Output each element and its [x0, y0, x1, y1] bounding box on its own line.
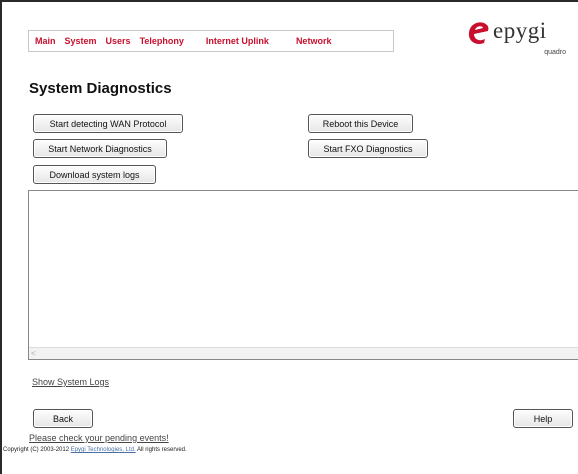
- nav-main[interactable]: Main: [35, 36, 56, 46]
- pending-events-link[interactable]: Please check your pending events!: [29, 433, 169, 443]
- log-output-area[interactable]: <: [28, 190, 578, 360]
- logo-mark-icon: [468, 22, 489, 44]
- download-system-logs-button[interactable]: Download system logs: [33, 165, 156, 184]
- start-wan-detection-button[interactable]: Start detecting WAN Protocol: [33, 114, 183, 133]
- nav-users[interactable]: Users: [106, 36, 131, 46]
- scroll-left-icon[interactable]: <: [31, 349, 36, 358]
- back-button[interactable]: Back: [33, 409, 93, 428]
- show-system-logs-link[interactable]: Show System Logs: [32, 377, 109, 387]
- company-link[interactable]: Epygi Technologies, Ltd.: [71, 447, 136, 453]
- logo-sub: quadro: [544, 49, 566, 56]
- logo-text: epygi: [493, 18, 547, 43]
- copyright-suffix: All rights reserved.: [135, 447, 187, 453]
- copyright-prefix: Copyright (C) 2003-2012: [3, 447, 71, 453]
- top-nav: Main System Users Telephony Internet Upl…: [28, 30, 394, 52]
- nav-network[interactable]: Network: [296, 36, 332, 46]
- epygi-logo: epygi quadro: [467, 18, 572, 62]
- nav-system[interactable]: System: [65, 36, 97, 46]
- nav-telephony[interactable]: Telephony: [140, 36, 184, 46]
- reboot-device-button[interactable]: Reboot this Device: [308, 114, 413, 133]
- horizontal-scrollbar[interactable]: <: [29, 347, 578, 359]
- start-fxo-diagnostics-button[interactable]: Start FXO Diagnostics: [308, 139, 428, 158]
- start-network-diagnostics-button[interactable]: Start Network Diagnostics: [33, 139, 167, 158]
- help-button[interactable]: Help: [513, 409, 573, 428]
- page-title: System Diagnostics: [29, 80, 172, 97]
- copyright-text: Copyright (C) 2003-2012 Epygi Technologi…: [3, 447, 187, 453]
- nav-internet-uplink[interactable]: Internet Uplink: [206, 36, 269, 46]
